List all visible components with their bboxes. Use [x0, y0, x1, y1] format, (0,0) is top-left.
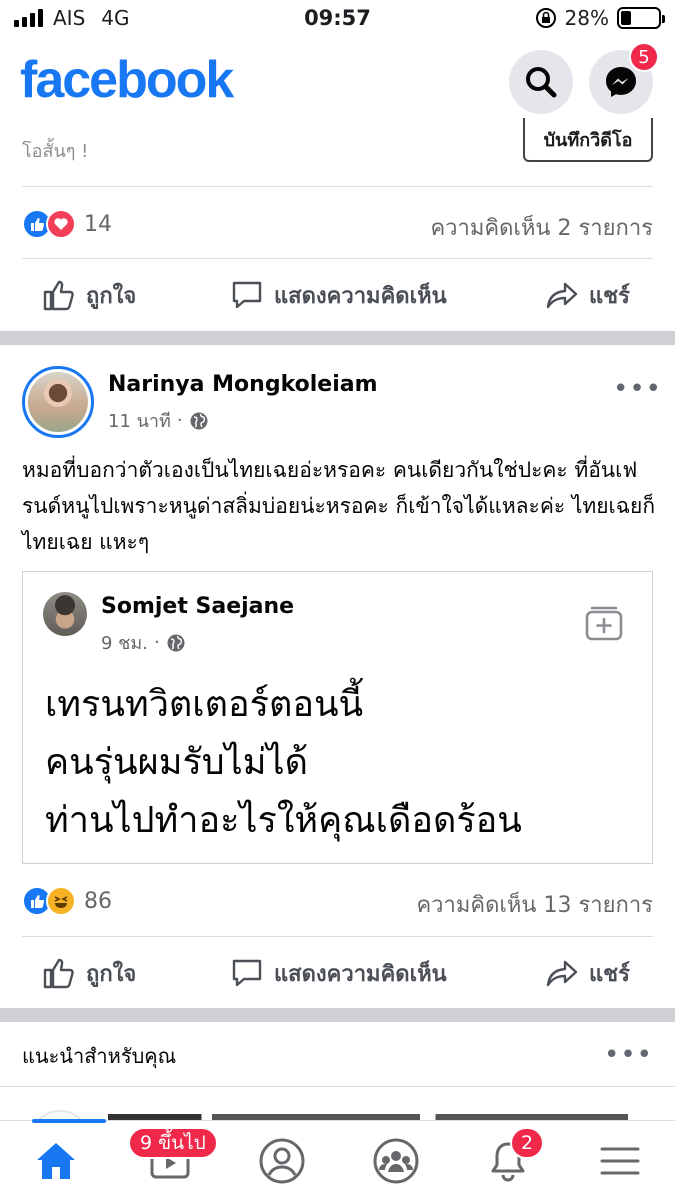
meta-separator: ·	[153, 632, 160, 653]
shared-text-line: เทรนทวิตเตอร์ตอนนี้	[45, 684, 364, 725]
shared-post-card[interactable]: Somjet Saejane 9 ชม. · เทรนทวิตเตอร์ตอนน…	[22, 571, 653, 864]
post-more-button[interactable]: •••	[613, 374, 662, 404]
shared-meta: 9 ชม. ·	[101, 628, 186, 657]
thumbs-up-icon	[43, 280, 74, 311]
tab-notifications[interactable]: 2	[478, 1127, 544, 1191]
tab-home[interactable]	[26, 1131, 86, 1191]
profile-icon	[259, 1138, 305, 1184]
share-button[interactable]: แชร์	[545, 938, 630, 1008]
author-avatar[interactable]	[22, 366, 94, 438]
like-label: ถูกใจ	[86, 961, 137, 987]
comment-icon	[232, 959, 262, 987]
divider	[22, 186, 653, 187]
globe-icon	[167, 634, 185, 651]
reaction-count: 86	[84, 888, 112, 914]
battery-percent: 28%	[564, 6, 609, 30]
tab-menu[interactable]	[590, 1131, 650, 1191]
status-right: 28%	[535, 6, 665, 30]
suggestions-title: แนะนำสำหรับคุณ	[22, 1044, 177, 1068]
feed-separator	[0, 1008, 675, 1022]
bottom-tab-bar: 9 ขึ้นไป 2	[0, 1119, 675, 1200]
comments-count[interactable]: ความคิดเห็น 13 รายการ	[416, 887, 653, 922]
save-post-button[interactable]	[584, 602, 624, 646]
record-video-button[interactable]: บันทึกวิดีโอ	[523, 118, 653, 162]
shared-author-avatar[interactable]	[43, 592, 87, 636]
post-reactions[interactable]: 86	[22, 886, 112, 916]
comment-label: แสดงความคิดเห็น	[274, 283, 447, 309]
suggestions-more-button[interactable]: •••	[604, 1040, 653, 1070]
save-collection-icon	[585, 606, 623, 641]
shared-author[interactable]: Somjet Saejane	[101, 594, 294, 619]
shared-text: เทรนทวิตเตอร์ตอนนี้ คนรุ่นผมรับไม่ได้ ท่…	[45, 676, 522, 850]
post-meta: 11 นาที ·	[108, 406, 209, 435]
comments-count[interactable]: ความคิดเห็น 2 รายการ	[430, 210, 653, 245]
feed-separator	[0, 331, 675, 345]
battery-icon	[617, 7, 665, 29]
search-button[interactable]	[509, 50, 573, 114]
notifications-badge: 2	[510, 1127, 544, 1159]
shared-text-line: คนรุ่นผมรับไม่ได้	[45, 742, 308, 783]
groups-icon	[373, 1138, 419, 1184]
status-bar: AIS 4G 09:57 28%	[0, 0, 675, 40]
menu-icon	[600, 1147, 640, 1175]
share-button[interactable]: แชร์	[545, 260, 630, 330]
divider	[0, 1086, 675, 1087]
like-label: ถูกใจ	[86, 283, 137, 309]
facebook-logo[interactable]: facebook	[20, 50, 234, 110]
app-header: facebook 5	[0, 40, 675, 128]
meta-separator: ·	[176, 410, 183, 431]
messenger-icon	[606, 67, 636, 97]
globe-icon	[190, 412, 208, 429]
comment-button[interactable]: แสดงความคิดเห็น	[230, 938, 447, 1008]
home-icon	[37, 1143, 75, 1179]
watch-badge: 9 ขึ้นไป	[128, 1127, 218, 1159]
share-label: แชร์	[589, 283, 630, 309]
post-text: หมอที่บอกว่าตัวเองเป็นไทยเฉยอ่ะหรอคะ คนเ…	[22, 458, 656, 554]
share-icon	[546, 960, 578, 987]
previous-post-actions: ถูกใจ แสดงความคิดเห็น แชร์	[0, 260, 675, 330]
tab-watch[interactable]: 9 ขึ้นไป	[128, 1127, 218, 1191]
previous-post-strip: โอสั้นๆ ! บันทึกวิดีโอ	[0, 118, 675, 188]
post-author[interactable]: Narinya Mongkoleiam	[108, 372, 378, 397]
comment-icon	[232, 281, 262, 309]
divider	[22, 936, 653, 937]
share-label: แชร์	[589, 961, 630, 987]
orientation-lock-icon	[535, 8, 556, 28]
previous-post-text: โอสั้นๆ !	[22, 141, 89, 162]
thumbs-up-icon	[43, 958, 74, 989]
comment-label: แสดงความคิดเห็น	[274, 961, 447, 987]
messenger-badge: 5	[629, 42, 659, 72]
search-icon	[526, 67, 557, 98]
divider	[22, 258, 653, 259]
share-icon	[546, 282, 578, 309]
active-tab-indicator	[32, 1119, 106, 1123]
reaction-count: 14	[84, 211, 112, 237]
tab-profile[interactable]	[252, 1131, 312, 1191]
avatar-photo	[28, 372, 88, 432]
post-time[interactable]: 11 นาที	[108, 406, 171, 435]
post-actions: ถูกใจ แสดงความคิดเห็น แชร์	[0, 938, 675, 1008]
post-header: Narinya Mongkoleiam 11 นาที · •••	[22, 366, 662, 438]
messenger-button[interactable]: 5	[589, 42, 659, 114]
shared-time[interactable]: 9 ชม.	[101, 628, 148, 657]
haha-reaction-icon	[46, 886, 76, 916]
comment-button[interactable]: แสดงความคิดเห็น	[230, 260, 447, 330]
love-reaction-icon	[46, 209, 76, 239]
like-button[interactable]: ถูกใจ	[42, 938, 136, 1008]
tab-groups[interactable]	[366, 1131, 426, 1191]
shared-text-line: ท่านไปทำอะไรให้คุณเดือดร้อน	[45, 800, 522, 841]
previous-post-reactions[interactable]: 14	[22, 209, 112, 239]
like-button[interactable]: ถูกใจ	[42, 260, 136, 330]
